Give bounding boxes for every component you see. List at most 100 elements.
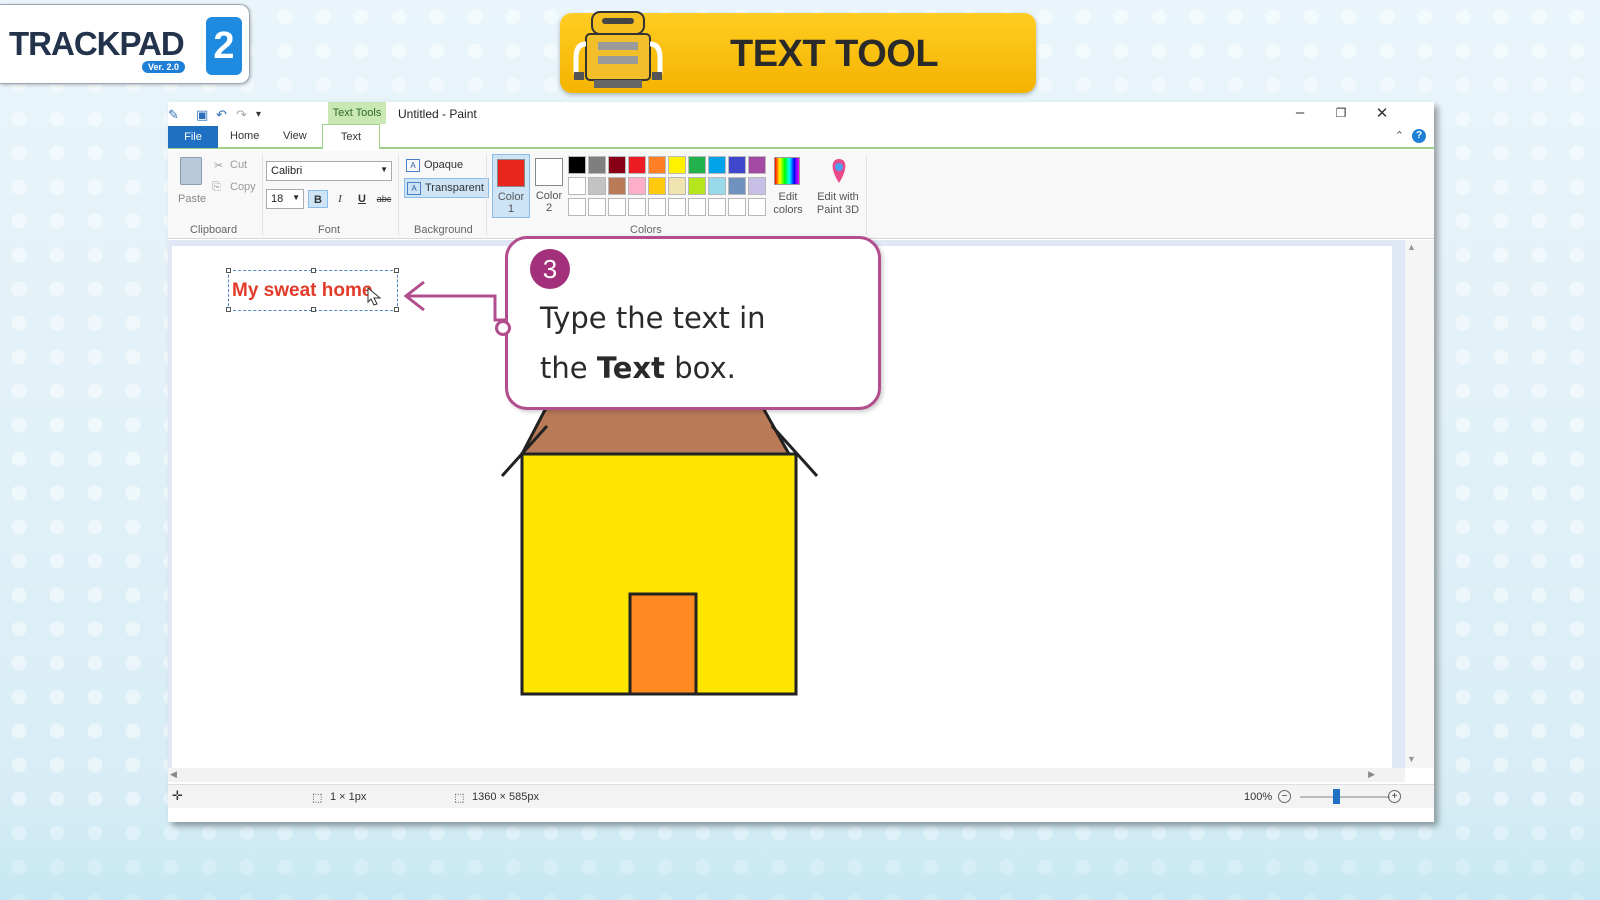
colors-group-label: Colors xyxy=(630,224,662,236)
palette-color-swatch[interactable] xyxy=(648,156,666,174)
resize-handle[interactable] xyxy=(394,268,399,273)
paste-button[interactable]: Paste xyxy=(178,193,206,205)
palette-color-swatch[interactable] xyxy=(608,156,626,174)
vertical-scrollbar[interactable]: ▲ ▼ xyxy=(1405,240,1434,768)
palette-color-swatch[interactable] xyxy=(688,177,706,195)
scroll-right-icon[interactable]: ▶ xyxy=(1368,769,1375,780)
save-icon[interactable]: ▣ xyxy=(196,107,208,123)
palette-color-swatch[interactable] xyxy=(588,177,606,195)
callout-line2-bold: Text xyxy=(596,351,665,385)
redo-icon[interactable]: ↷ xyxy=(236,107,247,123)
palette-color-swatch[interactable] xyxy=(568,177,586,195)
scroll-down-icon[interactable]: ▼ xyxy=(1407,754,1416,764)
palette-color-swatch[interactable] xyxy=(568,198,586,216)
color1-label: Color xyxy=(497,191,525,203)
color2-button[interactable]: Color 2 xyxy=(530,154,568,218)
trackpad-logo: TRACKPAD Ver. 2.0 2 xyxy=(0,4,250,84)
resize-handle[interactable] xyxy=(394,307,399,312)
help-icon[interactable]: ? xyxy=(1412,129,1426,143)
palette-color-swatch[interactable] xyxy=(688,198,706,216)
resize-handle[interactable] xyxy=(226,307,231,312)
ribbon-separator xyxy=(262,155,263,235)
palette-color-swatch[interactable] xyxy=(708,198,726,216)
logo-version: Ver. 2.0 xyxy=(142,61,186,73)
palette-color-swatch[interactable] xyxy=(668,177,686,195)
banner-title: TEXT TOOL xyxy=(730,33,939,75)
palette-color-swatch[interactable] xyxy=(728,177,746,195)
transparent-button[interactable]: A Transparent xyxy=(404,178,489,198)
palette-color-swatch[interactable] xyxy=(588,156,606,174)
tab-home[interactable]: Home xyxy=(230,130,259,142)
bold-button[interactable]: B xyxy=(308,190,328,208)
zoom-in-icon[interactable]: + xyxy=(1388,790,1401,803)
palette-color-swatch[interactable] xyxy=(608,198,626,216)
paint-app-icon[interactable]: ✎ xyxy=(168,107,179,123)
tab-text[interactable]: Text xyxy=(322,124,380,149)
palette-color-swatch[interactable] xyxy=(748,177,766,195)
palette-color-swatch[interactable] xyxy=(708,177,726,195)
resize-handle[interactable] xyxy=(311,307,316,312)
horizontal-scrollbar[interactable]: ◀ ▶ xyxy=(168,768,1405,782)
zoom-slider-thumb[interactable] xyxy=(1333,789,1340,804)
chevron-down-icon: ▼ xyxy=(380,165,388,174)
restore-button[interactable]: ❐ xyxy=(1326,106,1356,120)
cut-icon[interactable]: ✂ xyxy=(214,159,223,172)
font-family-select[interactable]: Calibri ▼ xyxy=(266,161,392,181)
ribbon: Paste ✂ Cut ⎘ Copy Clipboard Calibri ▼ 1… xyxy=(168,151,1434,239)
zoom-out-icon[interactable]: − xyxy=(1278,790,1291,803)
palette-color-swatch[interactable] xyxy=(688,156,706,174)
underline-button[interactable]: U xyxy=(352,190,372,208)
color2-number: 2 xyxy=(545,202,553,214)
color1-button[interactable]: Color 1 xyxy=(492,154,530,218)
undo-icon[interactable]: ↶ xyxy=(216,107,227,123)
close-button[interactable]: ✕ xyxy=(1367,104,1397,122)
palette-color-swatch[interactable] xyxy=(748,156,766,174)
copy-button[interactable]: Copy xyxy=(230,181,256,193)
font-size-select[interactable]: 18 ▼ xyxy=(266,189,304,209)
palette-color-swatch[interactable] xyxy=(728,198,746,216)
copy-icon[interactable]: ⎘ xyxy=(212,181,221,194)
tab-view[interactable]: View xyxy=(283,130,307,142)
palette-color-swatch[interactable] xyxy=(628,198,646,216)
opaque-button[interactable]: A Opaque xyxy=(404,156,467,176)
scroll-up-icon[interactable]: ▲ xyxy=(1407,242,1416,252)
palette-color-swatch[interactable] xyxy=(588,198,606,216)
cut-button[interactable]: Cut xyxy=(230,159,247,171)
palette-color-swatch[interactable] xyxy=(648,198,666,216)
palette-color-swatch[interactable] xyxy=(708,156,726,174)
palette-color-swatch[interactable] xyxy=(668,198,686,216)
status-bar: ✛ ⬚ 1 × 1px ⬚ 1360 × 585px 100% − + xyxy=(168,784,1434,808)
step-number-badge: 3 xyxy=(530,249,570,289)
house-drawing xyxy=(500,404,819,696)
edit-with-paint3d-button[interactable]: Edit with Paint 3D xyxy=(814,191,862,217)
palette-color-swatch[interactable] xyxy=(608,177,626,195)
palette-color-swatch[interactable] xyxy=(668,156,686,174)
palette-color-swatch[interactable] xyxy=(628,156,646,174)
font-family-value: Calibri xyxy=(271,165,303,177)
tab-file[interactable]: File xyxy=(168,126,218,148)
ribbon-separator xyxy=(398,155,399,235)
palette-color-swatch[interactable] xyxy=(568,156,586,174)
selection-size-icon: ⬚ xyxy=(312,792,323,804)
italic-button[interactable]: I xyxy=(330,190,350,208)
edit-colors-button[interactable]: Edit colors xyxy=(768,191,808,217)
palette-color-swatch[interactable] xyxy=(748,198,766,216)
collapse-ribbon-icon[interactable]: ⌃ xyxy=(1395,129,1404,142)
palette-color-swatch[interactable] xyxy=(628,177,646,195)
customize-qat-icon[interactable]: ▾ xyxy=(256,109,261,120)
palette-color-swatch[interactable] xyxy=(648,177,666,195)
edit-colors-icon[interactable] xyxy=(774,157,800,185)
zoom-slider[interactable] xyxy=(1300,796,1390,798)
text-box-content[interactable]: My sweat home xyxy=(232,280,372,302)
ribbon-separator xyxy=(866,155,867,235)
minimize-button[interactable]: – xyxy=(1285,104,1315,121)
resize-handle[interactable] xyxy=(311,268,316,273)
scroll-left-icon[interactable]: ◀ xyxy=(170,769,177,780)
paste-icon[interactable] xyxy=(180,157,202,185)
paint-window: ✎ ▣ ↶ ↷ ▾ Text Tools Untitled - Paint – … xyxy=(168,102,1434,822)
resize-handle[interactable] xyxy=(226,268,231,273)
paint-3d-icon[interactable] xyxy=(828,157,850,185)
color1-swatch xyxy=(497,159,525,187)
strikethrough-button[interactable]: abc xyxy=(374,190,394,208)
palette-color-swatch[interactable] xyxy=(728,156,746,174)
